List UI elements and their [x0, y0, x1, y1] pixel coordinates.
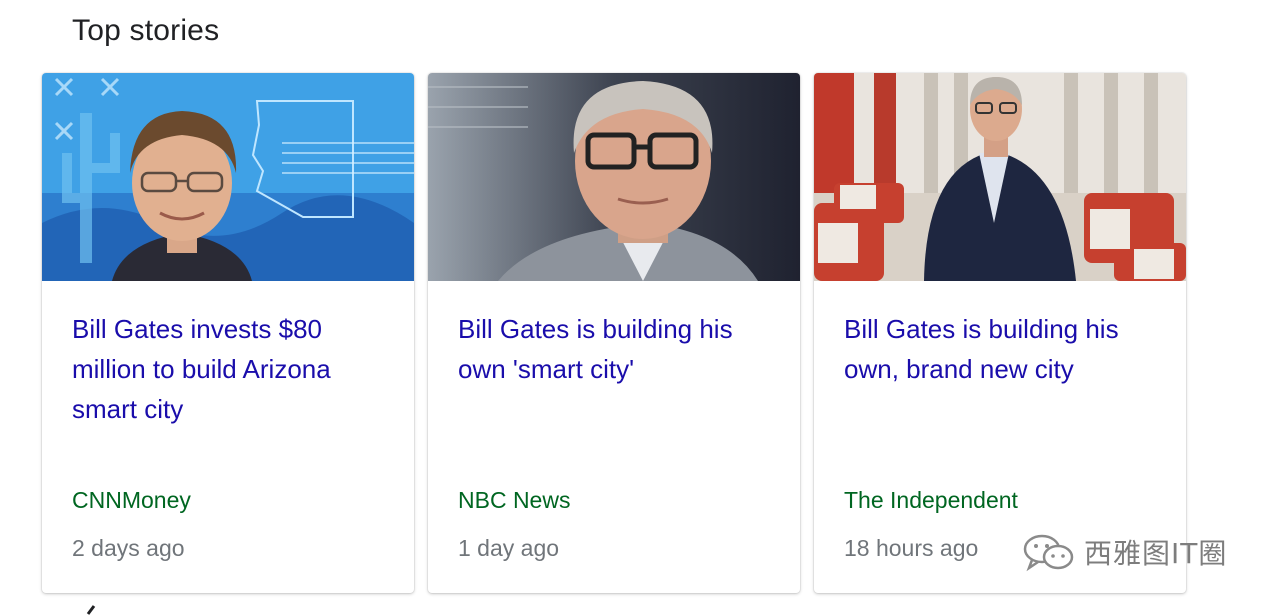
story-thumbnail-image[interactable]	[814, 73, 1186, 281]
story-card[interactable]: Bill Gates is building his own 'smart ci…	[428, 73, 800, 593]
watermark: 西雅图IT圈	[1022, 532, 1227, 572]
story-source: The Independent	[844, 487, 1018, 513]
story-headline-link[interactable]: Bill Gates is building his own, brand ne…	[844, 309, 1160, 389]
story-source: NBC News	[458, 487, 571, 513]
story-card[interactable]: Bill Gates is building his own, brand ne…	[814, 73, 1186, 593]
story-time: 1 day ago	[458, 535, 560, 561]
chevron-down-icon[interactable]	[86, 604, 106, 616]
story-thumbnail-image[interactable]	[42, 73, 414, 281]
watermark-text: 西雅图IT圈	[1084, 537, 1228, 570]
story-source: CNNMoney	[72, 487, 191, 513]
story-headline-link[interactable]: Bill Gates is building his own 'smart ci…	[458, 309, 774, 389]
section-title: Top stories	[72, 14, 220, 47]
top-stories-carousel: Bill Gates invests $80 million to build …	[42, 73, 1186, 593]
story-time: 18 hours ago	[844, 535, 979, 561]
story-headline-link[interactable]: Bill Gates invests $80 million to build …	[72, 309, 388, 429]
story-card[interactable]: Bill Gates invests $80 million to build …	[42, 73, 414, 593]
story-thumbnail-image[interactable]	[428, 73, 800, 281]
wechat-icon	[1023, 534, 1074, 572]
story-time: 2 days ago	[72, 535, 185, 561]
